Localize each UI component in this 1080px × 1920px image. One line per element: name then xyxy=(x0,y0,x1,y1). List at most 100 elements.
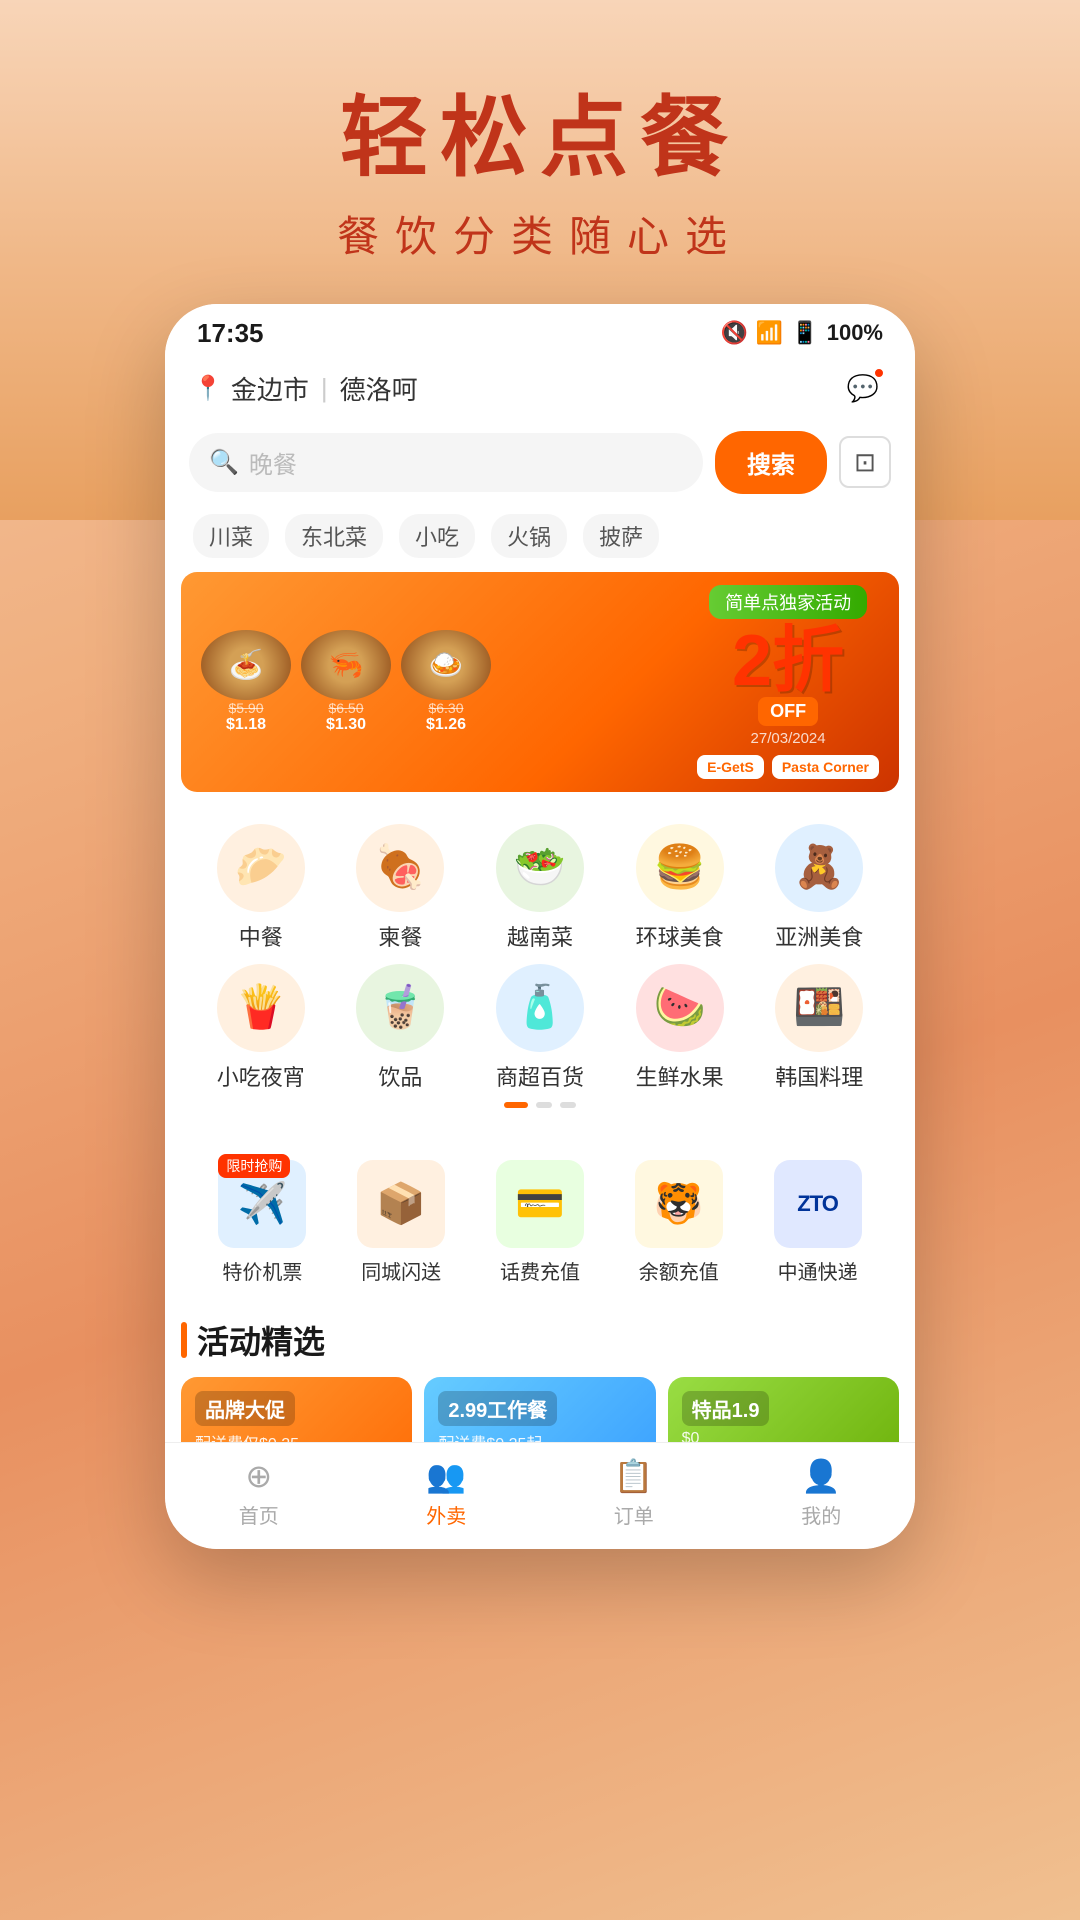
chat-button[interactable]: 💬 xyxy=(839,365,887,413)
food-cat-6[interactable]: 🧋 饮品 xyxy=(331,964,471,1092)
search-placeholder: 晚餐 xyxy=(249,445,297,480)
food-cat-4[interactable]: 🧸 亚洲美食 xyxy=(749,824,889,952)
service-label-0: 特价机票 xyxy=(222,1256,302,1285)
food-cat-9[interactable]: 🍱 韩国料理 xyxy=(749,964,889,1092)
food-cat-label-6: 饮品 xyxy=(378,1060,422,1092)
dot-0 xyxy=(504,1102,528,1108)
phone-frame: 17:35 🔇 📶 📱 100% 📍 金边市 | 德洛呵 💬 🔍 晚餐 搜索 ⊡ xyxy=(165,304,915,1549)
orders-icon: 📋 xyxy=(614,1457,654,1495)
nav-label-delivery: 外卖 xyxy=(426,1500,466,1529)
food-cat-icon-7: 🧴 xyxy=(496,964,584,1052)
dot-2 xyxy=(560,1102,576,1108)
food-cat-5[interactable]: 🍟 小吃夜宵 xyxy=(191,964,331,1092)
services-section: ✈️ 限时抢购 特价机票 📦 同城闪送 💳 话费充值 🐯 余额充值 ZTO 中通… xyxy=(181,1140,899,1305)
category-tag-0[interactable]: 川菜 xyxy=(193,514,269,558)
nav-item-home[interactable]: ⊕ 首页 xyxy=(165,1457,353,1529)
banner-logos: E-GetS Pasta Corner xyxy=(697,755,879,779)
promo-banner[interactable]: 🍝 $5.90 $1.18 🦐 $6.50 $1.30 🍛 $6.30 $1.2… xyxy=(181,572,899,792)
section-indicator xyxy=(181,1322,187,1358)
hero-section: 轻松点餐 餐饮分类随心选 xyxy=(0,0,1080,264)
nav-label-home: 首页 xyxy=(239,1500,279,1529)
section-title: 活动精选 xyxy=(197,1317,325,1363)
search-icon: 🔍 xyxy=(209,448,239,477)
category-tag-3[interactable]: 火锅 xyxy=(491,514,567,558)
location-area: 德洛呵 xyxy=(340,370,418,407)
dot-1 xyxy=(536,1102,552,1108)
card-tag-1: 2.99工作餐 xyxy=(438,1391,557,1426)
card-tag-2: 特品1.9 xyxy=(682,1391,770,1426)
status-bar: 17:35 🔇 📶 📱 100% xyxy=(165,304,915,357)
search-input-wrap[interactable]: 🔍 晚餐 xyxy=(189,433,703,492)
location-icon: 📍 xyxy=(193,374,223,403)
scan-icon: ⊡ xyxy=(854,447,876,478)
logo-badge-1: Pasta Corner xyxy=(772,755,879,779)
food-cat-0[interactable]: 🥟 中餐 xyxy=(191,824,331,952)
food-cat-7[interactable]: 🧴 商超百货 xyxy=(470,964,610,1092)
food-cat-8[interactable]: 🍉 生鲜水果 xyxy=(610,964,750,1092)
banner-food-0: 🍝 $5.90 $1.18 xyxy=(201,630,291,734)
food-cat-label-4: 亚洲美食 xyxy=(775,920,863,952)
nav-item-orders[interactable]: 📋 订单 xyxy=(540,1457,728,1529)
promo-tag: 简单点独家活动 xyxy=(709,585,867,619)
category-tag-2[interactable]: 小吃 xyxy=(399,514,475,558)
service-item-3[interactable]: 🐯 余额充值 xyxy=(613,1160,744,1285)
hero-title: 轻松点餐 xyxy=(0,90,1080,187)
location-left: 📍 金边市 | 德洛呵 xyxy=(193,370,418,407)
service-item-2[interactable]: 💳 话费充值 xyxy=(475,1160,606,1285)
food-old-price-2: $6.30 xyxy=(428,700,463,716)
banner-food-area: 🍝 $5.90 $1.18 🦐 $6.50 $1.30 🍛 $6.30 $1.2… xyxy=(201,630,491,734)
food-cat-3[interactable]: 🍔 环球美食 xyxy=(610,824,750,952)
banner-promo: 简单点独家活动 2折 OFF 27/03/2024 E-GetS Pasta C… xyxy=(697,585,879,779)
nav-label-orders: 订单 xyxy=(614,1500,654,1529)
food-cat-icon-5: 🍟 xyxy=(217,964,305,1052)
service-icon-1: 📦 xyxy=(357,1160,445,1248)
food-cat-icon-3: 🍔 xyxy=(636,824,724,912)
food-cat-icon-0: 🥟 xyxy=(217,824,305,912)
section-header: 活动精选 xyxy=(181,1317,899,1363)
category-tag-4[interactable]: 披萨 xyxy=(583,514,659,558)
food-cat-2[interactable]: 🥗 越南菜 xyxy=(470,824,610,952)
signal-icon: 📱 xyxy=(791,320,818,346)
mute-icon: 🔇 xyxy=(721,320,748,346)
food-plate-2: 🍛 xyxy=(401,630,491,700)
bottom-nav: ⊕ 首页 👥 外卖 📋 订单 👤 我的 xyxy=(165,1442,915,1549)
banner-date: 27/03/2024 xyxy=(751,730,826,747)
profile-icon: 👤 xyxy=(801,1457,841,1495)
logo-badge-0: E-GetS xyxy=(697,755,764,779)
food-old-price-0: $5.90 xyxy=(228,700,263,716)
location-city: 金边市 xyxy=(231,370,309,407)
scan-button[interactable]: ⊡ xyxy=(839,436,891,488)
nav-item-delivery[interactable]: 👥 外卖 xyxy=(353,1457,541,1529)
card-tag-0: 品牌大促 xyxy=(195,1391,295,1426)
promo-off-label: OFF xyxy=(758,697,818,726)
food-cat-icon-1: 🍖 xyxy=(356,824,444,912)
service-icon-3: 🐯 xyxy=(635,1160,723,1248)
nav-item-profile[interactable]: 👤 我的 xyxy=(728,1457,916,1529)
service-label-3: 余额充值 xyxy=(639,1256,719,1285)
search-button[interactable]: 搜索 xyxy=(715,431,827,494)
home-icon: ⊕ xyxy=(245,1457,272,1495)
service-item-4[interactable]: ZTO 中通快递 xyxy=(752,1160,883,1285)
battery-level: 100% xyxy=(827,320,883,346)
food-cat-label-2: 越南菜 xyxy=(507,920,573,952)
food-cat-label-3: 环球美食 xyxy=(636,920,724,952)
service-icon-0: ✈️ 限时抢购 xyxy=(218,1160,306,1248)
food-new-price-1: $1.30 xyxy=(326,716,366,734)
food-cat-icon-8: 🍉 xyxy=(636,964,724,1052)
service-item-1[interactable]: 📦 同城闪送 xyxy=(336,1160,467,1285)
delivery-icon: 👥 xyxy=(426,1457,466,1495)
service-label-2: 话费充值 xyxy=(500,1256,580,1285)
food-cat-1[interactable]: 🍖 柬餐 xyxy=(331,824,471,952)
food-cat-label-5: 小吃夜宵 xyxy=(217,1060,305,1092)
service-item-0[interactable]: ✈️ 限时抢购 特价机票 xyxy=(197,1160,328,1285)
location-separator: | xyxy=(321,373,328,404)
service-badge-0: 限时抢购 xyxy=(218,1154,290,1178)
food-new-price-0: $1.18 xyxy=(226,716,266,734)
food-cat-label-7: 商超百货 xyxy=(496,1060,584,1092)
search-bar: 🔍 晚餐 搜索 ⊡ xyxy=(165,421,915,504)
food-cat-icon-9: 🍱 xyxy=(775,964,863,1052)
hero-subtitle: 餐饮分类随心选 xyxy=(0,203,1080,264)
card-text-2: 特品1.9 $0 xyxy=(682,1391,770,1448)
promo-discount: 2折 xyxy=(732,625,844,697)
category-tag-1[interactable]: 东北菜 xyxy=(285,514,383,558)
